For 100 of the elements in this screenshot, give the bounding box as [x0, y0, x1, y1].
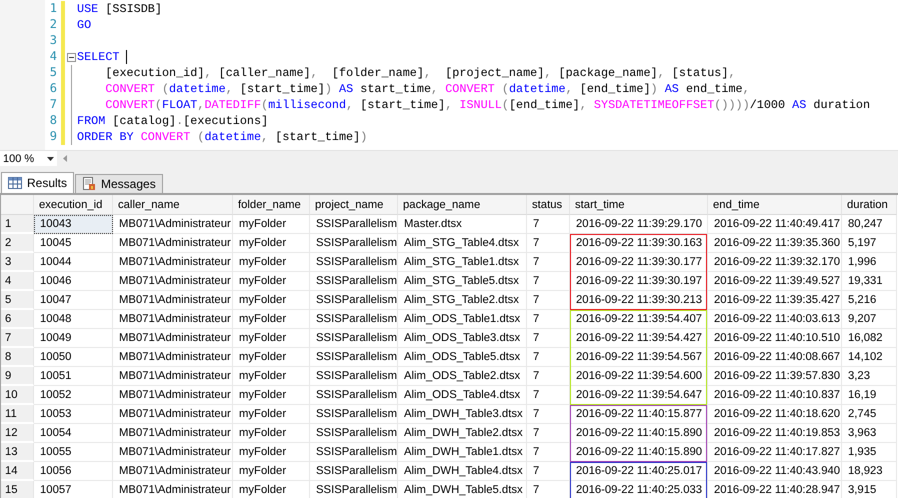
column-header[interactable]: package_name — [398, 195, 527, 215]
line-number: 2 — [48, 17, 57, 33]
code-line: CONVERT(FLOAT,DATEDIFF(millisecond, [start_time], ISNULL([end_time], SYSDATETIMEOFFSET())))/1000 AS duration — [104, 98, 870, 112]
table-cell: myFolder — [233, 367, 310, 386]
table-cell: SSISParallelism — [310, 405, 398, 424]
table-cell: SSISParallelism — [310, 481, 398, 498]
table-cell: 1,935 — [842, 443, 897, 462]
table-cell: 16,19 — [842, 386, 897, 405]
table-cell: Alim_DWH_Table3.dtsx — [398, 405, 527, 424]
table-cell: 10050 — [34, 348, 113, 367]
code-line: ORDER BY CONVERT (datetime, [start_time]) — [77, 130, 368, 144]
table-cell: 7 — [527, 291, 570, 310]
table-cell: 10047 — [34, 291, 113, 310]
table-cell: 7 — [527, 348, 570, 367]
column-header[interactable]: start_time — [570, 195, 708, 215]
line-number: 8 — [48, 113, 57, 129]
results-tab[interactable]: Results — [1, 172, 74, 193]
row-number[interactable]: 14 — [1, 462, 34, 481]
table-cell: myFolder — [233, 443, 310, 462]
table-cell: 18,923 — [842, 462, 897, 481]
column-header[interactable]: project_name — [310, 195, 398, 215]
code-line: USE [SSISDB] — [77, 2, 162, 16]
table-cell: 10051 — [34, 367, 113, 386]
table-cell: 19,331 — [842, 272, 897, 291]
table-cell: myFolder — [233, 405, 310, 424]
table-cell: 2016-09-22 11:40:10.837 — [708, 386, 842, 405]
table-cell: 5,197 — [842, 234, 897, 253]
table-cell: 2016-09-22 11:39:54.567 — [570, 348, 708, 367]
table-cell: Alim_DWH_Table5.dtsx — [398, 481, 527, 498]
scroll-left-icon[interactable] — [63, 155, 67, 162]
line-number: 1 — [48, 1, 57, 17]
row-number[interactable]: 1 — [1, 215, 34, 234]
row-number[interactable]: 2 — [1, 234, 34, 253]
column-header[interactable]: end_time — [708, 195, 842, 215]
table-cell: SSISParallelism — [310, 367, 398, 386]
row-number[interactable]: 7 — [1, 329, 34, 348]
table-cell: 7 — [527, 234, 570, 253]
table-cell: 2016-09-22 11:39:30.213 — [570, 291, 708, 310]
collapse-icon[interactable] — [67, 53, 76, 62]
table-cell: myFolder — [233, 481, 310, 498]
code-line: FROM [catalog].[executions] — [77, 114, 268, 128]
table-cell: myFolder — [233, 215, 310, 234]
column-header[interactable]: duration — [842, 195, 897, 215]
table-cell: 2016-09-22 11:40:18.620 — [708, 405, 842, 424]
table-cell: 14,102 — [842, 348, 897, 367]
table-cell: SSISParallelism — [310, 291, 398, 310]
line-number: 7 — [48, 97, 57, 113]
table-cell: 2016-09-22 11:39:32.170 — [708, 253, 842, 272]
table-cell: Alim_DWH_Table4.dtsx — [398, 462, 527, 481]
table-cell: SSISParallelism — [310, 348, 398, 367]
column-header[interactable]: execution_id — [34, 195, 113, 215]
row-number[interactable]: 13 — [1, 443, 34, 462]
line-number: 5 — [48, 65, 57, 81]
table-cell: 7 — [527, 329, 570, 348]
row-number[interactable]: 5 — [1, 291, 34, 310]
table-cell: MB071\Administrateur — [113, 348, 233, 367]
code-line: CONVERT (datetime, [start_time]) AS start_time, CONVERT (datetime, [end_time]) AS end_time, — [104, 82, 750, 96]
table-cell: 2016-09-22 11:40:19.853 — [708, 424, 842, 443]
header-corner[interactable] — [1, 195, 34, 215]
row-number[interactable]: 10 — [1, 386, 34, 405]
table-cell: Alim_ODS_Table4.dtsx — [398, 386, 527, 405]
row-number[interactable]: 9 — [1, 367, 34, 386]
row-number[interactable]: 12 — [1, 424, 34, 443]
zoom-dropdown[interactable]: 100 % — [0, 150, 57, 166]
row-number[interactable]: 15 — [1, 481, 34, 498]
column-header[interactable]: status — [527, 195, 570, 215]
column-header[interactable]: caller_name — [113, 195, 233, 215]
table-cell: 7 — [527, 386, 570, 405]
table-cell: 2016-09-22 11:40:15.890 — [570, 424, 708, 443]
code-line: GO — [77, 18, 92, 32]
table-cell: SSISParallelism — [310, 310, 398, 329]
table-cell: 1,996 — [842, 253, 897, 272]
row-number[interactable]: 3 — [1, 253, 34, 272]
row-number[interactable]: 8 — [1, 348, 34, 367]
table-cell: 7 — [527, 253, 570, 272]
table-cell: 2016-09-22 11:40:15.877 — [570, 405, 708, 424]
line-number: 9 — [48, 129, 57, 145]
table-cell: myFolder — [233, 310, 310, 329]
table-cell: MB071\Administrateur — [113, 386, 233, 405]
results-tab[interactable]: Messages — [75, 174, 163, 193]
table-cell: MB071\Administrateur — [113, 481, 233, 498]
table-cell: Alim_STG_Table1.dtsx — [398, 253, 527, 272]
row-number[interactable]: 4 — [1, 272, 34, 291]
column-header[interactable]: folder_name — [233, 195, 310, 215]
table-cell: 10055 — [34, 443, 113, 462]
row-number[interactable]: 6 — [1, 310, 34, 329]
table-cell: 10048 — [34, 310, 113, 329]
table-cell: myFolder — [233, 348, 310, 367]
row-number[interactable]: 11 — [1, 405, 34, 424]
table-cell: 10049 — [34, 329, 113, 348]
table-cell: 2016-09-22 11:39:54.407 — [570, 310, 708, 329]
table-cell: 7 — [527, 462, 570, 481]
table-cell: SSISParallelism — [310, 253, 398, 272]
table-cell: 7 — [527, 272, 570, 291]
table-cell: 16,082 — [842, 329, 897, 348]
table-cell: 10054 — [34, 424, 113, 443]
table-cell: 7 — [527, 310, 570, 329]
document-icon — [82, 177, 96, 191]
table-cell: Master.dtsx — [398, 215, 527, 234]
table-cell: 2016-09-22 11:39:54.600 — [570, 367, 708, 386]
